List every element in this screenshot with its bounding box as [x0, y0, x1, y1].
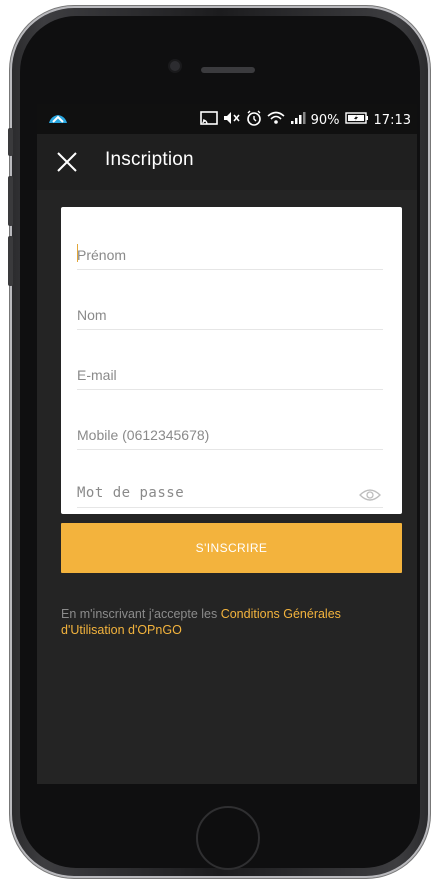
password-input[interactable]	[77, 485, 347, 501]
status-bar: 90% 17:13	[37, 104, 417, 134]
lastname-input[interactable]	[77, 307, 347, 323]
terms-prefix: En m'inscrivant j'accepte les	[61, 607, 221, 621]
mute-switch	[8, 128, 13, 156]
password-field[interactable]	[77, 467, 383, 508]
app-cloud-icon	[47, 110, 69, 130]
earpiece-speaker	[201, 67, 255, 73]
app-screen: 90% 17:13 Inscription Prénom Nom E-mail …	[37, 104, 417, 784]
terms-text: En m'inscrivant j'accepte les Conditions…	[61, 606, 401, 638]
eye-icon[interactable]	[359, 487, 381, 501]
volume-down-button	[8, 236, 13, 286]
volume-up-button	[8, 176, 13, 226]
home-button[interactable]	[196, 806, 260, 870]
signal-icon	[290, 111, 306, 130]
signup-form	[61, 207, 402, 514]
status-icons: 90% 17:13	[199, 110, 411, 131]
cast-icon	[199, 111, 218, 130]
email-input[interactable]	[77, 367, 347, 383]
page-title: Inscription	[105, 149, 194, 170]
battery-charging-icon	[344, 112, 369, 129]
email-field[interactable]	[77, 349, 383, 390]
clock: 17:13	[373, 112, 411, 128]
battery-percent: 90%	[310, 112, 340, 128]
signup-button[interactable]: S'INSCRIRE	[61, 523, 402, 573]
firstname-field[interactable]	[77, 229, 383, 270]
mute-icon	[223, 111, 241, 130]
close-icon[interactable]	[55, 150, 79, 174]
mobile-field[interactable]	[77, 409, 383, 450]
alarm-icon	[246, 110, 262, 131]
mobile-input[interactable]	[77, 427, 347, 443]
front-camera	[170, 61, 180, 71]
wifi-icon	[267, 110, 285, 131]
lastname-field[interactable]	[77, 289, 383, 330]
app-header: Inscription	[37, 134, 417, 190]
firstname-input[interactable]	[77, 247, 347, 263]
